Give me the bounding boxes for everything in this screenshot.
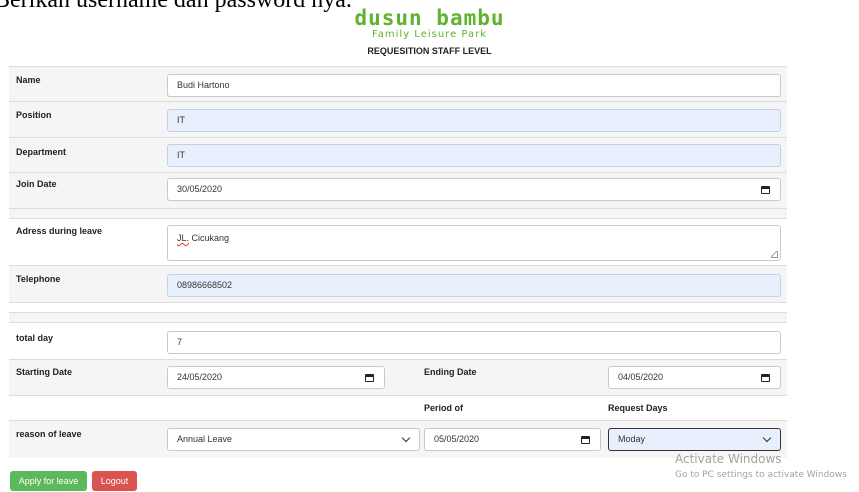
- calendar-icon[interactable]: [761, 374, 770, 382]
- department-row: Department IT: [9, 137, 787, 172]
- address-prefix: JL.: [177, 233, 190, 243]
- dates-row: Starting Date 24/05/2020 Ending Date 04/…: [9, 359, 787, 395]
- name-row: Name Budi Hartono: [9, 66, 787, 101]
- name-input[interactable]: Budi Hartono: [167, 74, 781, 97]
- join-date-value: 30/05/2020: [177, 184, 223, 194]
- department-value: IT: [177, 150, 185, 160]
- calendar-icon[interactable]: [365, 374, 374, 382]
- total-day-value: 7: [177, 337, 183, 347]
- calendar-icon[interactable]: [761, 186, 770, 194]
- separator-row: [9, 312, 787, 322]
- activate-windows-title: Activate Windows: [675, 452, 782, 466]
- address-row: Adress during leave JL. Cicukang: [9, 218, 787, 265]
- separator-row: [9, 302, 787, 312]
- position-row: Position IT: [9, 101, 787, 137]
- department-label: Department: [16, 147, 67, 157]
- apply-for-leave-button[interactable]: Apply for leave: [10, 471, 87, 491]
- join-date-row: Join Date 30/05/2020: [9, 172, 787, 208]
- request-days-label: Request Days: [608, 403, 668, 413]
- period-date-value: 05/05/2020: [434, 434, 480, 444]
- reason-row: reason of leave Annual Leave 05/05/2020 …: [9, 420, 787, 458]
- resize-handle-icon[interactable]: [771, 251, 778, 258]
- activate-windows-subtitle: Go to PC settings to activate Windows: [675, 470, 847, 480]
- request-days-select[interactable]: Moday: [608, 428, 781, 451]
- position-label: Position: [16, 110, 52, 120]
- ending-date-label: Ending Date: [424, 367, 477, 377]
- position-value: IT: [177, 115, 185, 125]
- reason-label: reason of leave: [16, 429, 82, 439]
- total-day-label: total day: [16, 333, 54, 343]
- chevron-down-icon[interactable]: [762, 433, 772, 443]
- telephone-label: Telephone: [16, 274, 61, 284]
- total-day-input[interactable]: 7: [167, 331, 781, 354]
- starting-date-input[interactable]: 24/05/2020: [167, 366, 385, 389]
- total-day-row: total day 7: [9, 322, 787, 359]
- join-date-label: Join Date: [16, 179, 57, 189]
- telephone-value: 08986668502: [177, 280, 233, 290]
- chevron-down-icon[interactable]: [401, 433, 411, 443]
- name-value: Budi Hartono: [177, 80, 230, 90]
- join-date-input[interactable]: 30/05/2020: [167, 178, 781, 201]
- department-input[interactable]: IT: [167, 144, 781, 167]
- page-title: REQUESITION STAFF LEVEL: [367, 46, 492, 56]
- period-header-row: Period of Request Days: [9, 395, 787, 420]
- calendar-icon[interactable]: [581, 436, 590, 444]
- address-label: Adress during leave: [16, 226, 103, 236]
- separator-row: [9, 208, 787, 218]
- reason-select[interactable]: Annual Leave: [167, 428, 420, 451]
- request-days-value: Moday: [618, 434, 646, 444]
- telephone-input[interactable]: 08986668502: [167, 274, 781, 297]
- reason-value: Annual Leave: [177, 434, 233, 444]
- period-date-input[interactable]: 05/05/2020: [424, 428, 601, 451]
- logo-subtitle: Family Leisure Park: [371, 29, 488, 40]
- ending-date-input[interactable]: 04/05/2020: [608, 366, 781, 389]
- logout-button[interactable]: Logout: [92, 471, 137, 491]
- address-textarea[interactable]: JL. Cicukang: [167, 225, 781, 261]
- starting-date-value: 24/05/2020: [177, 372, 223, 382]
- address-value: Cicukang: [189, 233, 230, 243]
- position-input[interactable]: IT: [167, 109, 781, 132]
- starting-date-label: Starting Date: [16, 367, 73, 377]
- name-label: Name: [16, 75, 41, 85]
- telephone-row: Telephone 08986668502: [9, 265, 787, 302]
- period-of-label: Period of: [424, 403, 464, 413]
- logo-title: dusun bambu: [354, 6, 505, 30]
- ending-date-value: 04/05/2020: [618, 372, 664, 382]
